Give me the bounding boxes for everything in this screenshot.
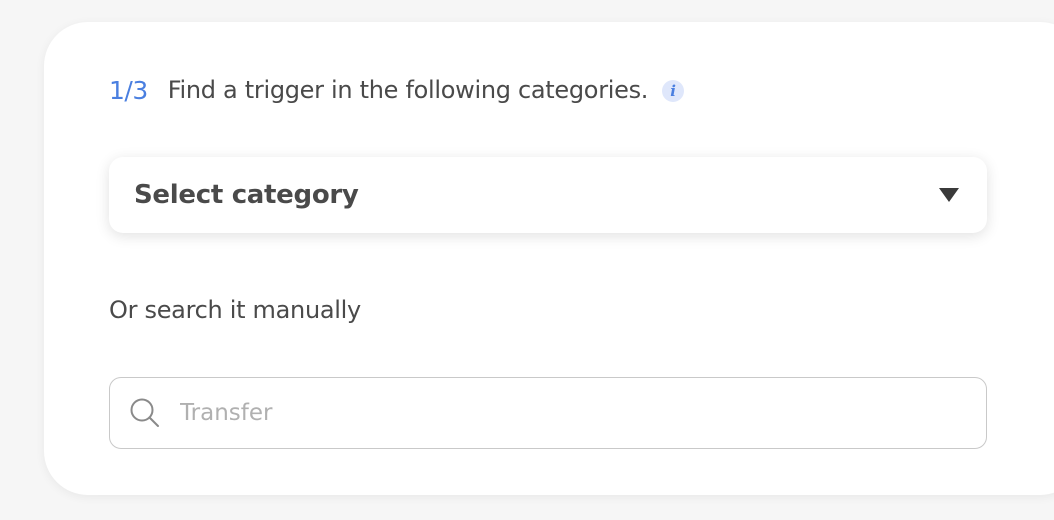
step-header: 1/3 Find a trigger in the following cate…: [109, 72, 685, 108]
search-icon: [130, 398, 159, 427]
info-icon[interactable]: i: [662, 80, 685, 102]
search-field[interactable]: [109, 377, 987, 449]
search-input[interactable]: [180, 378, 970, 447]
manual-search-label: Or search it manually: [109, 296, 361, 324]
category-select[interactable]: Select category: [109, 157, 987, 233]
step-counter: 1/3: [109, 75, 148, 105]
step-instruction: Find a trigger in the following categori…: [167, 76, 649, 104]
triangle-down-icon: [939, 188, 959, 202]
category-select-label: Select category: [134, 180, 359, 210]
